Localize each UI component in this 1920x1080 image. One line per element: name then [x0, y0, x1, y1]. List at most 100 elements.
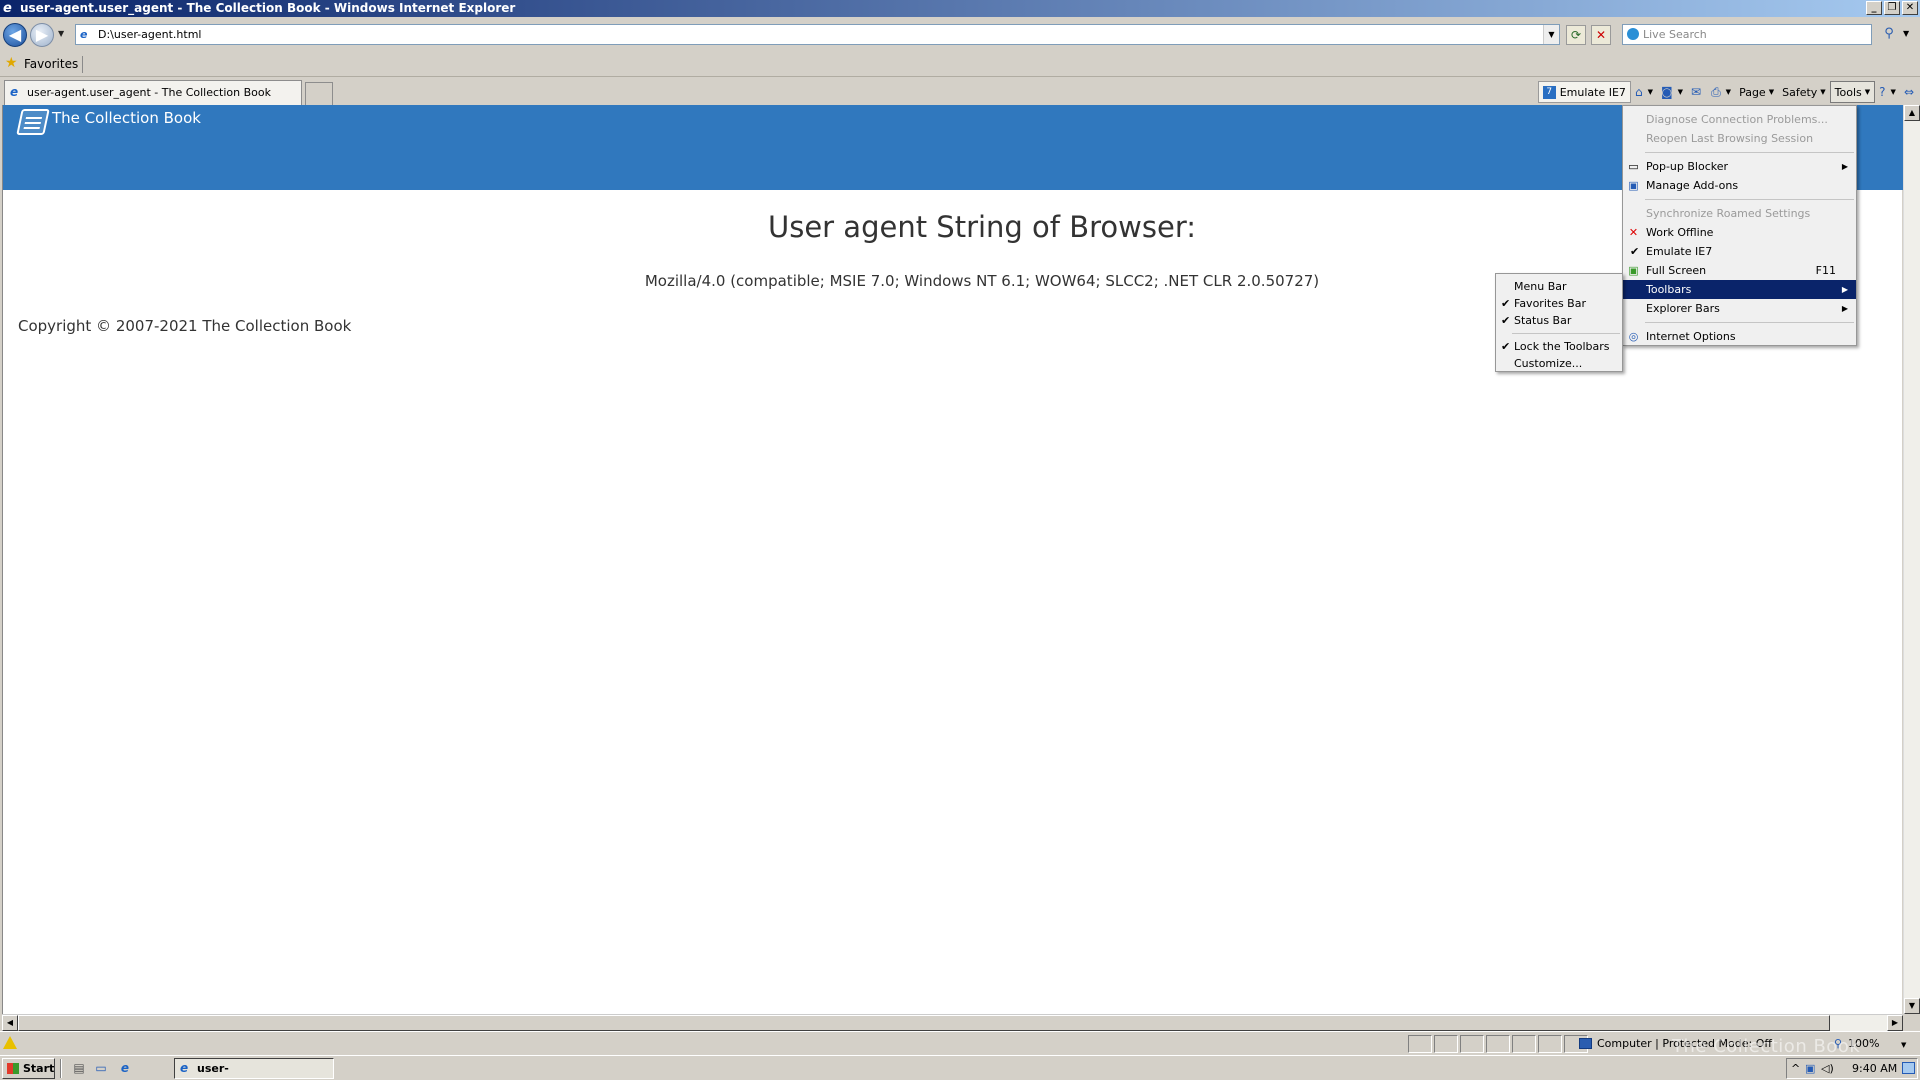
site-title-link[interactable]: The Collection Book [52, 109, 201, 127]
menu-item-label: Synchronize Roamed Settings [1646, 207, 1811, 220]
tools-menu-button[interactable]: Tools ▼ [1829, 81, 1876, 103]
tray-expand-icon[interactable]: ^ [1791, 1062, 1800, 1075]
emulate-ie7-label: Emulate IE7 [1559, 85, 1626, 99]
scroll-down-icon[interactable]: ▼ [1904, 998, 1920, 1014]
menu-internet-options[interactable]: ◎ Internet Options [1623, 327, 1856, 346]
horizontal-scrollbar[interactable]: ◀ ▶ [2, 1014, 1903, 1031]
read-mail-button[interactable]: ✉ [1687, 81, 1707, 103]
menu-item-label: Emulate IE7 [1646, 245, 1713, 258]
menu-item-label: Manage Add-ons [1646, 179, 1739, 192]
search-input[interactable]: Live Search [1622, 24, 1872, 45]
menu-emulate-ie7[interactable]: ✔ Emulate IE7 [1623, 242, 1856, 261]
minimize-button[interactable]: _ [1866, 1, 1882, 15]
recent-pages-dropdown[interactable]: ▼ [58, 29, 64, 38]
restore-button[interactable]: ❐ [1884, 1, 1900, 15]
taskbar: Start ▤ ▭ e e user-agent.user_age... ^ ▣… [0, 1055, 1920, 1080]
ie-quicklaunch-icon[interactable]: e [118, 1062, 132, 1075]
menu-customize[interactable]: Customize... [1496, 355, 1622, 372]
scroll-up-icon[interactable]: ▲ [1904, 105, 1920, 121]
menu-synchronize-settings: Synchronize Roamed Settings [1623, 204, 1856, 223]
menu-diagnose-connection: Diagnose Connection Problems... [1623, 110, 1856, 129]
start-button[interactable]: Start [2, 1058, 55, 1079]
show-desktop-icon[interactable] [1902, 1062, 1915, 1074]
volume-icon[interactable]: ◁) [1821, 1062, 1834, 1075]
menu-item-label: Reopen Last Browsing Session [1646, 132, 1814, 145]
menu-item-label: Pop-up Blocker [1646, 160, 1729, 173]
command-bar: 7 Emulate IE7 ⌂ ▼ ◙ ▼ ✉ ⎙ ▼ Page ▼ Safety ▼ [1537, 80, 1920, 104]
forward-button[interactable]: ▶ [30, 23, 54, 47]
address-dropdown[interactable]: ▼ [1543, 25, 1559, 44]
home-button[interactable]: ⌂ ▼ [1631, 81, 1657, 103]
menu-item-label: Menu Bar [1514, 280, 1567, 293]
submenu-arrow-icon: ▶ [1841, 304, 1848, 313]
menu-popup-blocker[interactable]: ▭ Pop-up Blocker ▶ [1623, 157, 1856, 176]
warning-icon[interactable] [3, 1036, 17, 1049]
start-label: Start [23, 1062, 55, 1075]
menu-full-screen[interactable]: ▣ Full Screen F11 [1623, 261, 1856, 280]
favorites-separator [82, 56, 83, 73]
safety-menu-button[interactable]: Safety ▼ [1778, 81, 1830, 103]
chevron-down-icon: ▼ [1864, 88, 1871, 96]
server-manager-icon[interactable]: ▤ [72, 1062, 86, 1075]
taskbar-ie-button[interactable]: e user-agent.user_age... [174, 1058, 334, 1079]
address-url: D:\user-agent.html [98, 28, 202, 41]
chevron-down-icon: ▼ [1768, 88, 1775, 96]
tab-current[interactable]: e user-agent.user_agent - The Collection… [4, 80, 302, 105]
menu-toolbars[interactable]: Toolbars ▶ [1623, 280, 1856, 299]
tab-title: user-agent.user_agent - The Collection B… [27, 86, 271, 99]
favorites-star-icon: ★ [5, 55, 18, 71]
watermark: The Collection Book [1672, 1036, 1861, 1057]
search-icon[interactable]: ⚲ [1878, 25, 1900, 45]
menu-menu-bar[interactable]: Menu Bar [1496, 278, 1622, 295]
stop-button[interactable]: ✕ [1591, 25, 1611, 45]
back-button[interactable]: ◀ [3, 23, 27, 47]
desktop-icon[interactable]: ▭ [94, 1062, 108, 1075]
clock[interactable]: 9:40 AM [1852, 1059, 1897, 1078]
refresh-button[interactable]: ⟳ [1566, 25, 1586, 45]
chevron-down-icon: ▼ [1890, 88, 1896, 96]
menu-separator [1645, 199, 1854, 200]
status-panes [1408, 1035, 1590, 1053]
page-menu-button[interactable]: Page ▼ [1735, 81, 1778, 103]
tab-row: e user-agent.user_agent - The Collection… [0, 77, 1920, 105]
taskbar-ie-label: user-agent.user_age... [197, 1062, 229, 1075]
search-options-dropdown[interactable]: ▼ [1903, 29, 1909, 38]
status-pane [1538, 1035, 1562, 1053]
emulate-ie7-button[interactable]: 7 Emulate IE7 [1537, 81, 1631, 103]
book-logo-icon[interactable] [16, 109, 50, 135]
full-screen-icon: ▣ [1628, 264, 1639, 277]
research-button[interactable]: ⇔ [1900, 81, 1920, 103]
feeds-button[interactable]: ◙ ▼ [1657, 81, 1687, 103]
search-placeholder: Live Search [1643, 28, 1707, 41]
title-bar: e user-agent.user_agent - The Collection… [0, 0, 1920, 17]
menu-status-bar[interactable]: ✔ Status Bar [1496, 312, 1622, 329]
favorites-bar: ★ Favorites [0, 52, 1920, 77]
address-input[interactable]: e D:\user-agent.html ▼ [75, 24, 1560, 45]
network-icon[interactable]: ▣ [1805, 1062, 1815, 1075]
toolbars-submenu: Menu Bar ✔ Favorites Bar ✔ Status Bar ✔ … [1495, 273, 1623, 372]
menu-manage-addons[interactable]: ▣ Manage Add-ons [1623, 176, 1856, 195]
menu-item-label: Toolbars [1646, 283, 1692, 296]
close-button[interactable]: ✕ [1902, 1, 1918, 15]
computer-icon [1579, 1038, 1592, 1049]
menu-item-label: Lock the Toolbars [1514, 340, 1610, 353]
favorites-button[interactable]: Favorites [24, 57, 78, 71]
menu-separator [1645, 152, 1854, 153]
scroll-left-icon[interactable]: ◀ [2, 1015, 18, 1031]
chevron-down-icon: ▼ [1820, 88, 1826, 96]
menu-work-offline[interactable]: ✕ Work Offline [1623, 223, 1856, 242]
vertical-scrollbar[interactable]: ▲ ▼ [1903, 105, 1920, 1014]
emulate-ie7-icon: 7 [1542, 85, 1556, 99]
status-pane [1486, 1035, 1510, 1053]
horizontal-scroll-thumb[interactable] [18, 1015, 1830, 1031]
help-button[interactable]: ? ▼ [1875, 81, 1900, 103]
menu-favorites-bar[interactable]: ✔ Favorites Bar [1496, 295, 1622, 312]
menu-lock-toolbars[interactable]: ✔ Lock the Toolbars [1496, 338, 1622, 355]
scroll-right-icon[interactable]: ▶ [1887, 1015, 1903, 1031]
print-button[interactable]: ⎙ ▼ [1707, 81, 1735, 103]
menu-explorer-bars[interactable]: Explorer Bars ▶ [1623, 299, 1856, 318]
new-tab-button[interactable] [305, 82, 333, 105]
menu-item-label: Diagnose Connection Problems... [1646, 113, 1828, 126]
chevron-down-icon: ▼ [1647, 88, 1653, 96]
submenu-arrow-icon: ▶ [1841, 162, 1848, 171]
